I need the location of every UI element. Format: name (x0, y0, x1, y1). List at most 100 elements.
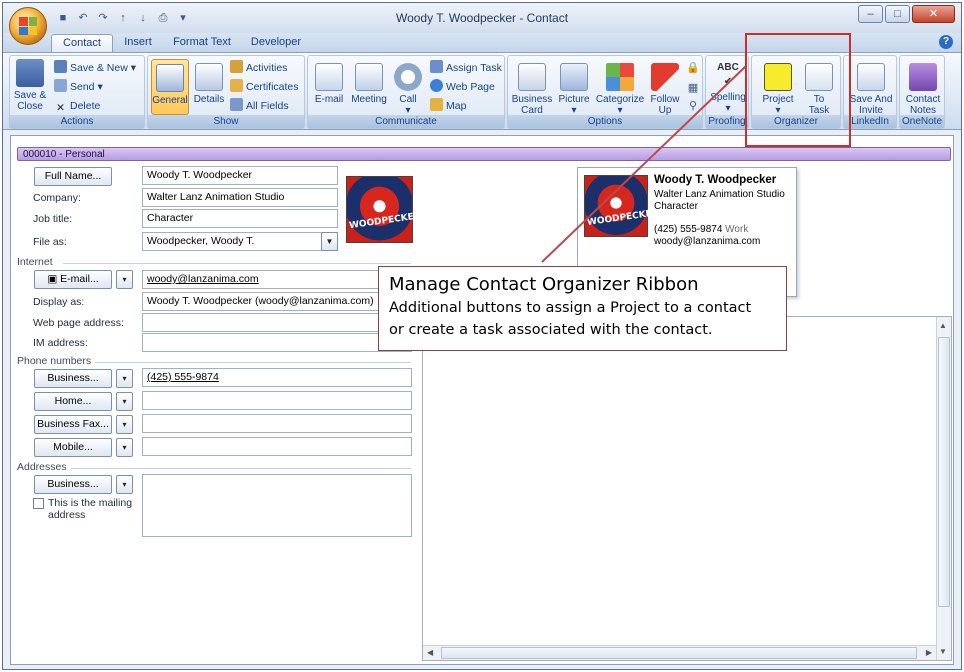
group-label-proofing: Proofing (706, 115, 748, 128)
save-close-icon (16, 59, 44, 87)
hscroll-thumb[interactable] (441, 647, 917, 659)
organizer-highlight-box (745, 33, 851, 147)
picture-button[interactable]: Picture ▾ (556, 59, 592, 116)
business-address-dropdown-icon[interactable]: ▾ (116, 475, 133, 494)
notes-vertical-scrollbar[interactable]: ▲ ▼ (936, 317, 951, 660)
web-page-icon (430, 79, 443, 92)
call-button[interactable]: Call ▾ (392, 59, 424, 116)
full-name-button[interactable]: Full Name... (34, 167, 112, 186)
mobile-phone-dropdown-icon[interactable]: ▾ (116, 438, 133, 457)
email-field-button[interactable]: ▣ E-mail... (34, 270, 112, 289)
categorize-button[interactable]: Categorize ▾ (594, 59, 646, 116)
send-icon (54, 79, 67, 92)
job-title-field[interactable]: Character (142, 209, 338, 228)
business-phone-button[interactable]: Business... (34, 369, 112, 388)
home-phone-field[interactable] (142, 391, 412, 410)
business-fax-dropdown-icon[interactable]: ▾ (116, 415, 133, 434)
activities-button[interactable]: Activities (230, 60, 287, 76)
assign-task-icon (430, 60, 443, 73)
assign-task-button[interactable]: Assign Task (430, 60, 502, 76)
business-fax-field[interactable] (142, 414, 412, 433)
meeting-icon (355, 63, 383, 91)
im-address-field[interactable] (142, 333, 412, 352)
spelling-icon: ABC ✔ (717, 62, 739, 87)
details-button[interactable]: Details (192, 59, 226, 105)
address-textarea[interactable] (142, 474, 412, 537)
email-dropdown-icon[interactable]: ▾ (116, 270, 133, 289)
contact-header-bar: 000010 - Personal (17, 147, 951, 161)
web-page-button[interactable]: Web Page (430, 79, 495, 95)
group-label-communicate: Communicate (308, 115, 504, 128)
home-phone-button[interactable]: Home... (34, 392, 112, 411)
email-button[interactable]: E-mail (312, 59, 346, 105)
all-fields-button[interactable]: All Fields (230, 98, 289, 114)
delete-button[interactable]: ✕ Delete (54, 98, 100, 114)
minimize-button[interactable]: – (858, 5, 883, 23)
mailing-address-checkbox[interactable] (33, 498, 44, 509)
assign-task-label: Assign Task (446, 62, 502, 74)
save-close-label-2: Close (17, 101, 43, 112)
file-as-label: File as: (33, 236, 67, 248)
phone-section-label: Phone numbers (17, 355, 92, 367)
business-card-button[interactable]: Business Card (510, 59, 554, 116)
notes-horizontal-scrollbar[interactable]: ◀ ▶ (423, 645, 936, 660)
map-button[interactable]: Map (430, 98, 466, 114)
tab-developer[interactable]: Developer (243, 34, 309, 52)
home-phone-dropdown-icon[interactable]: ▾ (116, 392, 133, 411)
general-button[interactable]: General (151, 59, 189, 115)
tab-contact[interactable]: Contact (51, 34, 113, 52)
mailing-address-label-1: This is the mailing (48, 497, 133, 509)
full-name-field[interactable]: Woody T. Woodpecker (142, 166, 338, 185)
maximize-button[interactable]: □ (885, 5, 910, 23)
notes-area[interactable]: ▲ ▼ ◀ ▶ (422, 316, 952, 661)
help-icon[interactable]: ? (939, 35, 953, 49)
meeting-button[interactable]: Meeting (348, 59, 390, 105)
office-logo-icon (19, 17, 37, 35)
card-name: Woody T. Woodpecker (654, 174, 777, 186)
company-field[interactable]: Walter Lanz Animation Studio (142, 188, 338, 207)
follow-up-button[interactable]: Follow Up (648, 59, 682, 116)
address-book-icon[interactable]: ▦ (685, 80, 701, 96)
contact-notes-label-1: Contact (905, 94, 941, 105)
group-label-linkedin: LinkedIn (844, 115, 896, 128)
group-label-options: Options (508, 115, 702, 128)
send-button[interactable]: Send ▾ (54, 79, 103, 95)
group-proofing: ABC ✔ Spelling ▾ Proofing (705, 55, 749, 129)
business-address-button[interactable]: Business... (34, 475, 112, 494)
display-as-field[interactable]: Woody T. Woodpecker (woody@lanzanima.com… (142, 292, 412, 311)
scroll-right-icon[interactable]: ▶ (926, 648, 932, 657)
save-invite-button[interactable]: Save And Invite (846, 59, 896, 116)
file-as-select[interactable]: Woodpecker, Woody T. (142, 232, 338, 251)
check-names-icon[interactable]: ⚲ (685, 98, 701, 114)
scroll-left-icon[interactable]: ◀ (427, 648, 433, 657)
file-as-dropdown-icon[interactable]: ▼ (321, 232, 338, 251)
details-icon (195, 63, 223, 91)
certificates-button[interactable]: Certificates (230, 79, 299, 95)
save-new-button[interactable]: Save & New ▾ (54, 60, 136, 76)
business-phone-dropdown-icon[interactable]: ▾ (116, 369, 133, 388)
mobile-phone-field[interactable] (142, 437, 412, 456)
contact-notes-button[interactable]: Contact Notes (902, 59, 944, 116)
email-field[interactable]: woody@lanzanima.com (142, 270, 412, 289)
private-lock-icon[interactable]: 🔒 (685, 60, 701, 76)
tab-insert[interactable]: Insert (115, 34, 161, 52)
scroll-down-icon[interactable]: ▼ (939, 647, 947, 656)
card-email: woody@lanzanima.com (654, 236, 761, 247)
scroll-thumb[interactable] (938, 337, 950, 607)
tab-format-text[interactable]: Format Text (167, 34, 237, 52)
group-communicate: E-mail Meeting Call ▾ Assign Task Web Pa… (307, 55, 505, 129)
call-label: Call (399, 94, 417, 105)
scroll-up-icon[interactable]: ▲ (939, 321, 947, 330)
mobile-phone-button[interactable]: Mobile... (34, 438, 112, 457)
im-address-label: IM address: (33, 337, 88, 349)
business-fax-button[interactable]: Business Fax... (34, 415, 112, 434)
save-close-button[interactable]: Save & Close (12, 59, 48, 112)
spelling-button[interactable]: ABC ✔ Spelling ▾ (707, 59, 749, 114)
contact-photo[interactable]: WOODPECKER (346, 176, 421, 243)
business-phone-field[interactable]: (425) 555-9874 (142, 368, 412, 387)
close-button[interactable]: ✕ (912, 5, 955, 23)
send-label: Send (70, 81, 95, 93)
company-label: Company: (33, 192, 81, 204)
office-button[interactable] (9, 7, 47, 45)
web-page-field[interactable] (142, 313, 412, 332)
